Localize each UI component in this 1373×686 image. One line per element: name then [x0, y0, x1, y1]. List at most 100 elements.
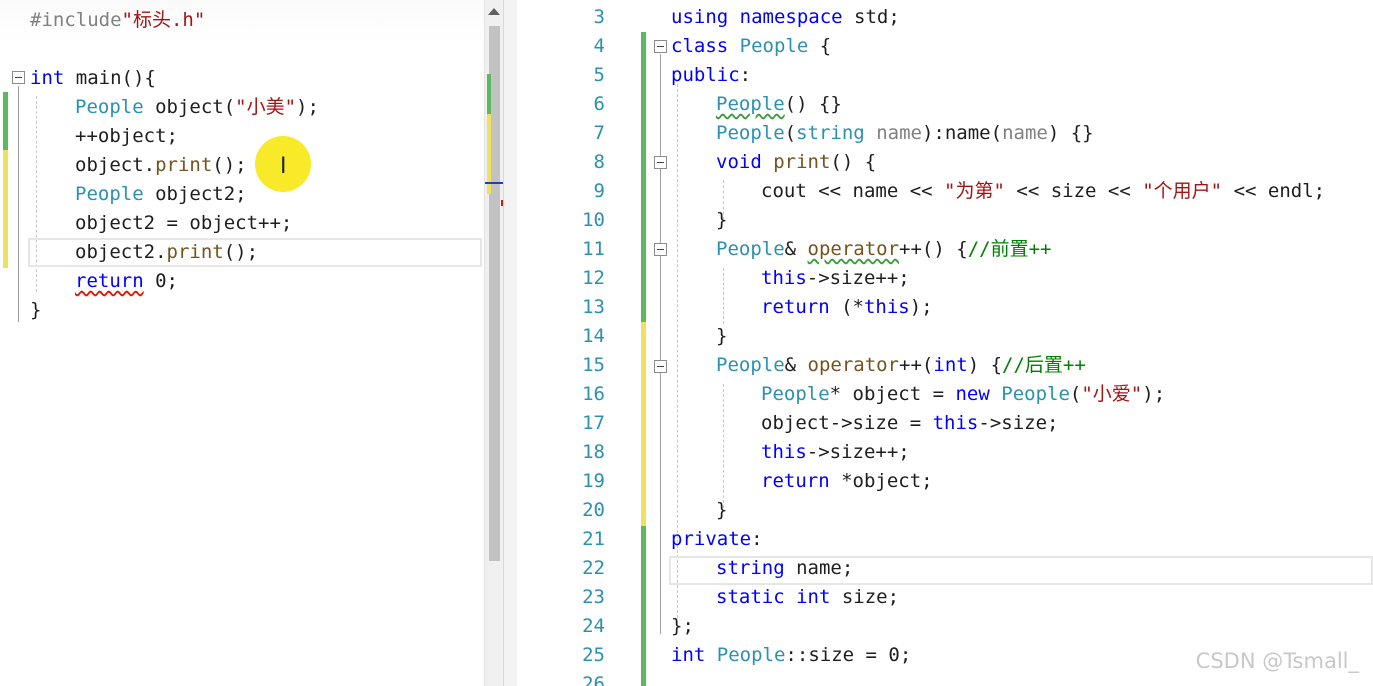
code-line-23[interactable]: static int size; [716, 583, 899, 612]
deref-open: (* [829, 296, 864, 318]
fold-toggle-main[interactable] [12, 71, 25, 84]
object2-ref: object2. [75, 241, 167, 263]
close-brace: } [716, 325, 728, 347]
init-colon: ): [921, 122, 945, 144]
code-line-17[interactable]: object->size = this->size; [761, 409, 1058, 438]
line-number: 17 [582, 412, 605, 434]
keyword-static-int: static int [716, 586, 831, 608]
preprocessor-directive: #include [30, 9, 122, 31]
cout-stream: cout << [761, 180, 853, 202]
type-people: People [75, 183, 144, 205]
scroll-up-arrow-icon[interactable] [488, 8, 500, 15]
code-line-include[interactable]: #include"标头.h" [30, 6, 205, 35]
code-line-11[interactable]: People& operator++() {//前置++ [716, 235, 1051, 264]
line-number: 23 [582, 586, 605, 608]
code-line-9[interactable]: cout << name << "为第" << size << "个用户" <<… [761, 177, 1325, 206]
keyword-this: this [761, 441, 807, 463]
code-line-10[interactable]: } [716, 206, 727, 235]
assign-text: object2 = object++; [75, 212, 293, 234]
code-line-main-signature[interactable]: int main(){ [30, 64, 156, 93]
stream-op: << [1096, 180, 1143, 202]
code-line-13[interactable]: return (*this); [761, 293, 933, 322]
code-line-7[interactable]: People(string name):name(name) {} [716, 119, 1094, 148]
code-line-6[interactable]: People() {} [716, 90, 842, 119]
stream-op: << [898, 180, 945, 202]
keyword-public: public [671, 64, 740, 86]
function-print: print [773, 151, 831, 173]
code-line-post-increment-assign[interactable]: object2 = object++; [75, 209, 292, 238]
keyword-int: int [933, 354, 968, 376]
right-editor-pane[interactable]: 3 4 5 6 7 8 9 10 11 12 13 14 15 16 17 18 19 20 21 22 23 24 25 2… [517, 0, 1373, 686]
include-file-string: "标头.h" [121, 9, 206, 31]
namespace-std: std; [842, 6, 900, 28]
fold-toggle-class[interactable] [654, 40, 667, 53]
code-line-16[interactable]: People* object = new People("小爱"); [761, 380, 1165, 409]
left-vertical-scrollbar[interactable] [484, 0, 508, 686]
line-number: 25 [582, 644, 605, 666]
type-people: People [716, 93, 785, 115]
fold-toggle-print[interactable] [654, 156, 667, 169]
code-line-5[interactable]: public: [671, 61, 751, 90]
code-line-25[interactable]: int People::size = 0; [671, 641, 911, 670]
semicolon: ; [887, 586, 900, 608]
fold-region-line [18, 86, 19, 322]
code-line-pre-increment[interactable]: ++object; [75, 122, 178, 151]
member-name: name [852, 180, 899, 202]
member-size: size [1050, 180, 1097, 202]
code-line-close-brace[interactable]: } [30, 296, 41, 325]
code-line-object2-declaration[interactable]: People object2; [75, 180, 247, 209]
type-people: People [75, 96, 144, 118]
code-line-24[interactable]: }; [671, 612, 694, 641]
keyword-new: new [955, 383, 990, 405]
left-editor-pane[interactable]: #include"标头.h" int main(){ People object… [0, 0, 484, 686]
keyword-return: return [761, 470, 830, 492]
close-brace: } [30, 299, 42, 321]
code-line-4[interactable]: class People { [671, 32, 831, 61]
line-number: 12 [582, 267, 605, 289]
scope-op: :: [785, 644, 809, 666]
return-value: 0; [143, 270, 178, 292]
code-line-return[interactable]: return 0; [75, 267, 178, 296]
object-ref: object. [75, 154, 156, 176]
code-line-19[interactable]: return *object; [761, 467, 933, 496]
editor-split-divider[interactable] [503, 0, 518, 686]
fold-toggle-postfix-operator[interactable] [654, 360, 667, 373]
code-line-object-print[interactable]: object.print(); [75, 151, 247, 180]
return-end: ); [909, 296, 933, 318]
line-number: 8 [593, 151, 605, 173]
line-number: 21 [582, 528, 605, 550]
code-line-14[interactable]: } [716, 322, 727, 351]
colon: : [751, 528, 763, 550]
line-number: 13 [582, 296, 605, 318]
code-line-object-declaration[interactable]: People object("小美"); [75, 93, 319, 122]
stream-op: << [1004, 180, 1051, 202]
type-people: People [716, 122, 785, 144]
code-line-8[interactable]: void print() { [716, 148, 876, 177]
code-line-22[interactable]: string name; [716, 554, 853, 583]
code-line-18[interactable]: this->size++; [761, 438, 910, 467]
line-number: 10 [582, 209, 605, 231]
line-number: 26 [582, 673, 605, 686]
code-line-3[interactable]: using namespace std; [671, 3, 900, 32]
code-line-21[interactable]: private: [671, 525, 763, 554]
member-size: size [852, 412, 899, 434]
param-name: name [876, 122, 922, 144]
line-number: 4 [593, 35, 605, 57]
fold-region-line-class [660, 54, 661, 634]
code-line-20[interactable]: } [716, 496, 727, 525]
pre-increment-text: ++object; [75, 125, 178, 147]
fold-toggle-prefix-operator[interactable] [654, 243, 667, 256]
paren: ( [990, 122, 1003, 144]
code-line-12[interactable]: this->size++; [761, 264, 910, 293]
reference-amp: & [784, 238, 808, 260]
code-line-object2-print[interactable]: object2.print(); [75, 238, 258, 267]
keyword-return: return [761, 296, 830, 318]
member-size: size [808, 644, 855, 666]
indent-guide [723, 384, 724, 508]
keyword-operator: operator [807, 238, 900, 260]
code-line-15[interactable]: People& operator++(int) {//后置++ [716, 351, 1086, 380]
